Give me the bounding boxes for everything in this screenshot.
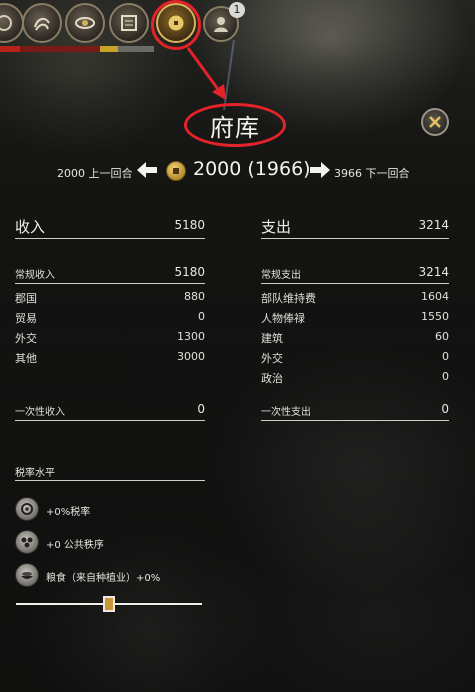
coin-icon — [166, 161, 186, 181]
regular-expense-label: 常规支出 — [261, 270, 301, 281]
tax-rate-icon — [15, 497, 39, 521]
expense-row-label: 政治 — [261, 372, 283, 385]
top-bar: 1 — [0, 0, 475, 100]
income-row: 郡国 880 — [15, 286, 205, 306]
previous-turn-label: 上一回合 — [88, 167, 133, 180]
notification-badge: 1 — [229, 2, 245, 18]
income-row-label: 其他 — [15, 352, 37, 365]
status-bar-red — [0, 46, 20, 52]
swirl-icon — [34, 17, 50, 31]
expense-row-value: 1604 — [421, 290, 449, 303]
expense-row-label: 外交 — [261, 352, 283, 365]
eye-icon — [75, 17, 95, 29]
character-portrait-icon — [214, 17, 228, 32]
regular-income-value: 5180 — [174, 265, 205, 279]
tax-effect-text: +0 公共秩序 — [46, 540, 104, 551]
income-row-value: 0 — [198, 310, 205, 323]
swirl-button[interactable] — [22, 3, 62, 43]
faction-icon — [0, 15, 12, 31]
slider-thumb[interactable] — [103, 596, 115, 612]
expense-header-label: 支出 — [261, 218, 292, 236]
expense-row: 建筑 60 — [261, 326, 449, 346]
expense-row-value: 1550 — [421, 310, 449, 323]
status-bar-darkred — [20, 46, 100, 52]
expense-header-value: 3214 — [418, 218, 449, 232]
one-time-income: 一次性收入 0 — [15, 400, 205, 421]
next-turn-value: 3966 — [334, 167, 362, 180]
food-icon — [15, 563, 39, 587]
scroll-book-icon — [121, 15, 137, 31]
expense-row: 政治 0 — [261, 366, 449, 386]
tax-effect-text: +0%税率 — [46, 507, 91, 518]
expense-row-label: 建筑 — [261, 332, 283, 345]
regular-income: 常规收入 5180 — [15, 263, 205, 284]
expense-column: 支出 3214 常规支出 3214 部队维持费 1604 人物俸禄 1550 建筑 6… — [261, 214, 449, 421]
expense-row: 部队维持费 1604 — [261, 286, 449, 306]
income-row-value: 1300 — [177, 330, 205, 343]
previous-turn-text: 2000 上一回合 — [57, 165, 133, 181]
expense-row: 外交 0 — [261, 346, 449, 366]
callout-arrow — [186, 47, 226, 100]
expense-row-label: 部队维持费 — [261, 292, 316, 305]
income-row: 外交 1300 — [15, 326, 205, 346]
expense-row: 人物俸禄 1550 — [261, 306, 449, 326]
income-row-label: 郡国 — [15, 292, 37, 305]
tax-section: 税率水平 +0%税率 +0 公共秩序 粮食（来自种植业）+0% — [15, 460, 205, 592]
status-bar-yellow — [100, 46, 118, 52]
one-time-income-value: 0 — [197, 402, 205, 416]
tax-header: 税率水平 — [15, 460, 205, 481]
current-treasury-value: 2000 (1966) — [193, 158, 311, 180]
expense-header: 支出 3214 — [261, 214, 449, 239]
tax-rate-slider[interactable] — [15, 596, 203, 614]
expense-row-value: 0 — [442, 350, 449, 363]
previous-turn-arrow-icon[interactable] — [137, 162, 157, 178]
income-row-label: 外交 — [15, 332, 37, 345]
expense-row-value: 0 — [442, 370, 449, 383]
faction-button[interactable] — [0, 3, 24, 43]
status-bar-grey — [118, 46, 154, 52]
tax-effect-item: +0 公共秩序 — [15, 526, 205, 559]
income-column: 收入 5180 常规收入 5180 郡国 880 贸易 0 外交 1300 其他 300… — [15, 214, 205, 421]
expense-row-label: 人物俸禄 — [261, 312, 305, 325]
tax-effect-item: 粮食（来自种植业）+0% — [15, 559, 205, 592]
close-icon — [429, 116, 441, 128]
income-row: 贸易 0 — [15, 306, 205, 326]
income-row-value: 880 — [184, 290, 205, 303]
income-row-label: 贸易 — [15, 312, 37, 325]
tax-effect-text: 粮食（来自种植业）+0% — [46, 573, 161, 584]
next-turn-label: 下一回合 — [365, 167, 410, 180]
tax-effect-item: +0%税率 — [15, 493, 205, 526]
income-header: 收入 5180 — [15, 214, 205, 239]
one-time-expense-label: 一次性支出 — [261, 407, 311, 418]
next-turn-text: 3966 下一回合 — [334, 165, 410, 181]
turn-navigation: 2000 上一回合 2000 (1966) 3966 下一回合 — [0, 156, 475, 186]
next-turn-arrow-icon[interactable] — [310, 162, 330, 178]
income-header-label: 收入 — [15, 218, 46, 236]
regular-expense: 常规支出 3214 — [261, 263, 449, 284]
scroll-book-button[interactable] — [109, 3, 149, 43]
close-button[interactable] — [421, 108, 449, 136]
income-row: 其他 3000 — [15, 346, 205, 366]
regular-income-label: 常规收入 — [15, 270, 55, 281]
previous-turn-value: 2000 — [57, 167, 85, 180]
tax-header-label: 税率水平 — [15, 468, 55, 479]
one-time-income-label: 一次性收入 — [15, 407, 65, 418]
regular-expense-value: 3214 — [418, 265, 449, 279]
title-highlight: 府库 — [184, 103, 286, 147]
expense-row-value: 60 — [435, 330, 449, 343]
one-time-expense-value: 0 — [441, 402, 449, 416]
one-time-expense: 一次性支出 0 — [261, 400, 449, 421]
income-row-value: 3000 — [177, 350, 205, 363]
panel-title: 府库 — [210, 113, 260, 142]
eye-button[interactable] — [65, 3, 105, 43]
public-order-icon — [15, 530, 39, 554]
income-header-value: 5180 — [174, 218, 205, 232]
